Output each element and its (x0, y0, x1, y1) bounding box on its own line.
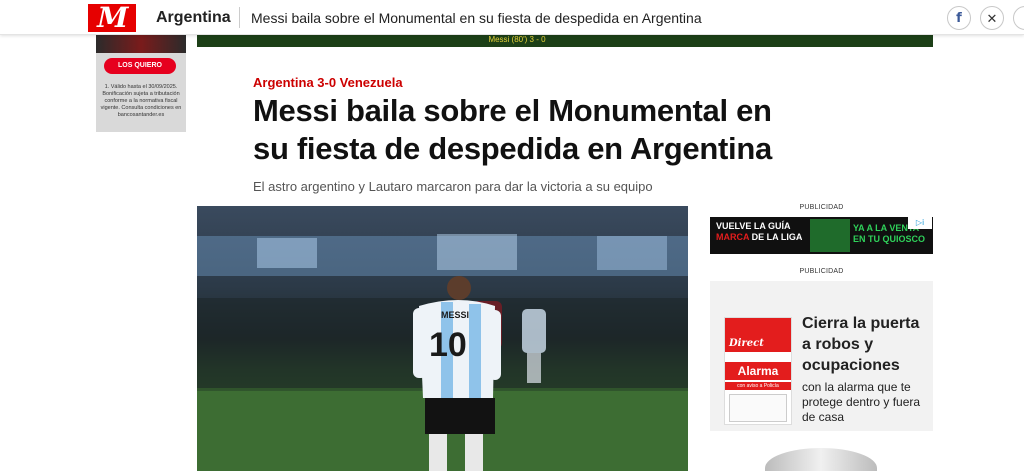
alarm-device-image: Direct Alarma con aviso a Policía (724, 317, 792, 425)
banner-left-line1: VUELVE LA GUÍA (716, 221, 791, 231)
share-facebook-button[interactable]: f (947, 6, 971, 30)
alarm-ad[interactable]: Direct Alarma con aviso a Policía Cierra… (710, 281, 933, 431)
banner-magazine-cover (810, 219, 850, 252)
article-main-photo[interactable]: 10 MESSI (197, 206, 688, 471)
sticky-header: M Argentina Messi baila sobre el Monumen… (0, 0, 1024, 35)
jersey-number: 10 (429, 326, 467, 364)
article-headline: Messi baila sobre el Monumental en su fi… (253, 93, 772, 166)
advertising-label: PUBLICIDAD (799, 268, 844, 275)
marca-logo[interactable]: M (88, 1, 136, 34)
banner-right-line2: EN TU QUIOSCO (853, 234, 926, 244)
banner-left-text: VUELVE LA GUÍA MARCA DE LA LIGA (716, 221, 802, 243)
banner-left-line2: DE LA LIGA (749, 232, 803, 242)
article-kicker[interactable]: Argentina 3-0 Venezuela (253, 75, 403, 90)
alarm-ad-body: con la alarma que te protege dentro y fu… (802, 380, 921, 424)
jersey-name: MESSI (441, 310, 469, 320)
share-x-button[interactable]: ✕ (980, 6, 1004, 30)
alarm-sub: con aviso a Policía (725, 382, 791, 390)
alarm-word: Alarma (725, 362, 791, 380)
facebook-icon: f (956, 10, 962, 26)
adchoices-icon[interactable]: ▷ⅰ (908, 217, 932, 229)
next-ad-image (765, 448, 877, 471)
live-score-strip[interactable]: Messi (80') 3 - 0 (197, 35, 933, 47)
ad-cta-button[interactable]: LOS QUIERO (104, 58, 176, 74)
section-link[interactable]: Argentina (156, 9, 231, 27)
share-more-button[interactable] (1013, 6, 1024, 30)
alarm-ad-headline: Cierra la puerta a robos y ocupaciones (802, 315, 920, 374)
logo-letter: M (93, 1, 131, 34)
ad-legal-text: 1. Válido hasta el 30/09/2025. Bonificac… (100, 84, 182, 118)
score-text: Messi (80') 3 - 0 (488, 35, 546, 44)
alarm-keypad-icon (729, 394, 787, 422)
header-divider (239, 7, 240, 28)
photo-illustration: 10 MESSI (197, 234, 688, 471)
banner-left-brand: MARCA (716, 232, 750, 242)
alarm-brand: Direct (729, 338, 764, 349)
advertising-label: PUBLICIDAD (799, 204, 844, 211)
article-subtitle: El astro argentino y Lautaro marcaron pa… (253, 179, 653, 194)
ad-product-image (96, 35, 186, 53)
header-article-title: Messi baila sobre el Monumental en su fi… (251, 10, 702, 26)
marca-guide-banner-ad[interactable]: VUELVE LA GUÍA MARCA DE LA LIGA YA A LA … (710, 217, 933, 254)
x-icon: ✕ (986, 10, 998, 26)
